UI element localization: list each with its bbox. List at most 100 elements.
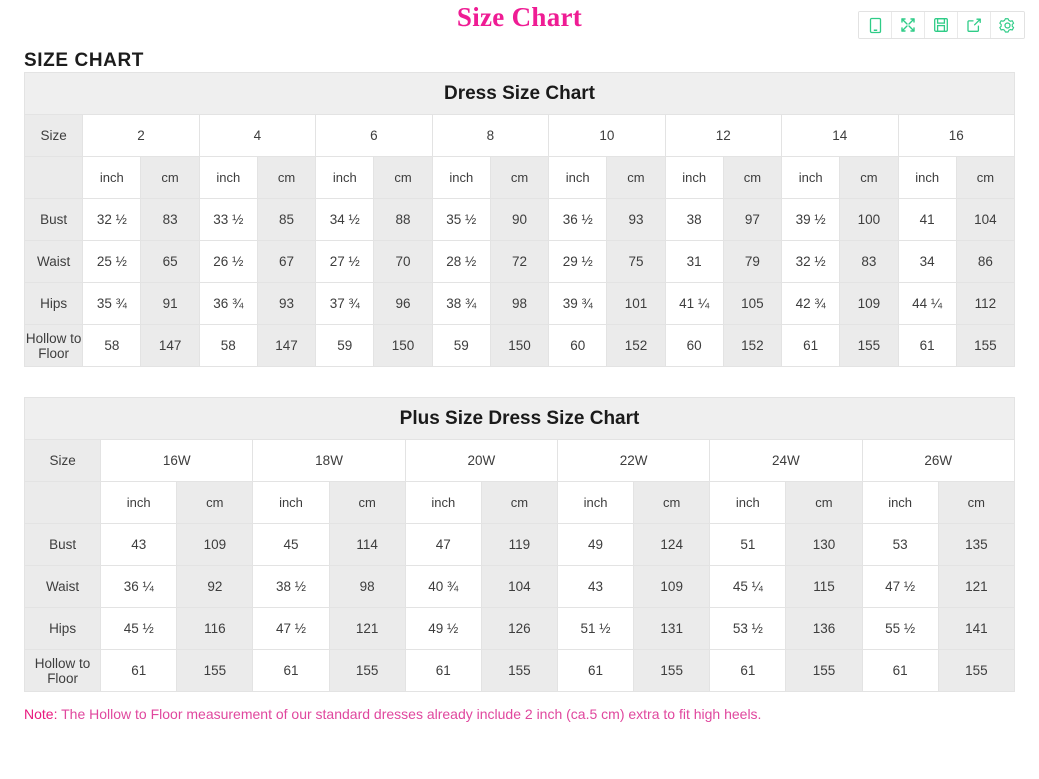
size-header-cell: 16 (898, 115, 1014, 157)
measurement-cell: 29 ½ (549, 241, 607, 283)
row-label: Hollow to Floor (25, 650, 101, 692)
row-label: Hips (25, 608, 101, 650)
table-title-row: Plus Size Dress Size Chart (25, 398, 1015, 440)
measurement-cell: 59 (316, 325, 374, 367)
measurement-cell: 61 (405, 650, 481, 692)
size-label: Size (25, 115, 83, 157)
measurement-cell: 41 ¼ (665, 283, 723, 325)
unit-header-cell: inch (316, 157, 374, 199)
measurement-cell: 35 ½ (432, 199, 490, 241)
measurement-cell: 41 (898, 199, 956, 241)
measurement-cell: 49 (557, 524, 633, 566)
size-label: Size (25, 440, 101, 482)
footnote-label: Note: (24, 706, 57, 722)
measurement-cell: 51 ½ (557, 608, 633, 650)
measurement-cell: 115 (786, 566, 862, 608)
measurement-cell: 61 (253, 650, 329, 692)
measurement-cell: 121 (329, 608, 405, 650)
measurement-cell: 97 (723, 199, 781, 241)
measurement-cell: 33 ½ (199, 199, 257, 241)
fullscreen-icon[interactable] (892, 12, 925, 38)
measurement-cell: 40 ¾ (405, 566, 481, 608)
measurement-cell: 58 (199, 325, 257, 367)
measurement-cell: 126 (481, 608, 557, 650)
unit-header-cell: cm (786, 482, 862, 524)
measurement-cell: 28 ½ (432, 241, 490, 283)
measurement-cell: 25 ½ (83, 241, 141, 283)
row-label: Hips (25, 283, 83, 325)
unit-header-cell: cm (374, 157, 432, 199)
measurement-cell: 51 (710, 524, 786, 566)
table-size-row: Size16W18W20W22W24W26W (25, 440, 1015, 482)
size-header-cell: 20W (405, 440, 557, 482)
toolbar-icons (858, 11, 1025, 39)
measurement-cell: 36 ¼ (101, 566, 177, 608)
size-header-cell: 18W (253, 440, 405, 482)
measurement-cell: 59 (432, 325, 490, 367)
measurement-cell: 53 (862, 524, 938, 566)
measurement-cell: 45 ¼ (710, 566, 786, 608)
unit-header-cell: inch (782, 157, 840, 199)
unit-header-cell: cm (840, 157, 898, 199)
measurement-cell: 155 (634, 650, 710, 692)
table-row: Hollow to Floor6115561155611556115561155… (25, 650, 1015, 692)
measurement-cell: 35 ¾ (83, 283, 141, 325)
unit-header-cell: cm (938, 482, 1014, 524)
measurement-cell: 147 (257, 325, 315, 367)
table-title: Dress Size Chart (25, 73, 1015, 115)
measurement-cell: 150 (374, 325, 432, 367)
measurement-cell: 55 ½ (862, 608, 938, 650)
table-row: Bust431094511447119491245113053135 (25, 524, 1015, 566)
measurement-cell: 61 (862, 650, 938, 692)
measurement-cell: 37 ¾ (316, 283, 374, 325)
save-icon[interactable] (925, 12, 958, 38)
row-label: Waist (25, 241, 83, 283)
table-row: Waist36 ¼9238 ½9840 ¾1044310945 ¼11547 ½… (25, 566, 1015, 608)
unit-row-spacer (25, 482, 101, 524)
measurement-cell: 39 ½ (782, 199, 840, 241)
measurement-cell: 34 (898, 241, 956, 283)
measurement-cell: 119 (481, 524, 557, 566)
measurement-cell: 141 (938, 608, 1014, 650)
measurement-cell: 155 (938, 650, 1014, 692)
measurement-cell: 100 (840, 199, 898, 241)
unit-header-cell: inch (862, 482, 938, 524)
measurement-cell: 79 (723, 241, 781, 283)
gear-icon[interactable] (991, 12, 1024, 38)
measurement-cell: 104 (956, 199, 1014, 241)
tables-container: Dress Size ChartSize246810121416inchcmin… (0, 72, 1039, 692)
table-title-row: Dress Size Chart (25, 73, 1015, 115)
measurement-cell: 67 (257, 241, 315, 283)
top-bar: Size Chart (0, 0, 1039, 44)
mobile-preview-icon[interactable] (859, 12, 892, 38)
measurement-cell: 130 (786, 524, 862, 566)
measurement-cell: 70 (374, 241, 432, 283)
measurement-cell: 42 ¾ (782, 283, 840, 325)
measurement-cell: 86 (956, 241, 1014, 283)
share-icon[interactable] (958, 12, 991, 38)
unit-header-cell: cm (490, 157, 548, 199)
section-heading: SIZE CHART (24, 50, 1039, 72)
unit-header-cell: inch (101, 482, 177, 524)
measurement-cell: 83 (840, 241, 898, 283)
size-header-cell: 12 (665, 115, 781, 157)
measurement-cell: 155 (481, 650, 557, 692)
unit-header-cell: inch (557, 482, 633, 524)
measurement-cell: 45 ½ (101, 608, 177, 650)
measurement-cell: 32 ½ (83, 199, 141, 241)
measurement-cell: 53 ½ (710, 608, 786, 650)
unit-header-cell: cm (481, 482, 557, 524)
footnote-text: The Hollow to Floor measurement of our s… (57, 706, 761, 722)
unit-header-cell: inch (253, 482, 329, 524)
unit-row-spacer (25, 157, 83, 199)
measurement-cell: 38 ¾ (432, 283, 490, 325)
size-header-cell: 8 (432, 115, 548, 157)
measurement-cell: 45 (253, 524, 329, 566)
size-table: Dress Size ChartSize246810121416inchcmin… (24, 72, 1015, 367)
size-chart-page: Size Chart (0, 0, 1039, 779)
measurement-cell: 155 (177, 650, 253, 692)
unit-header-cell: inch (898, 157, 956, 199)
unit-header-cell: cm (956, 157, 1014, 199)
measurement-cell: 61 (710, 650, 786, 692)
unit-header-cell: cm (257, 157, 315, 199)
